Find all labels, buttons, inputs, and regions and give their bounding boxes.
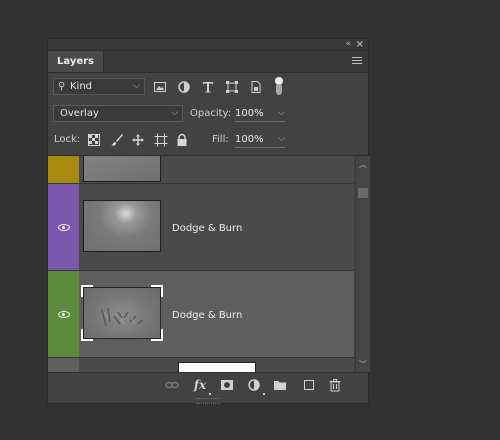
filter-toggle-switch[interactable] <box>275 77 283 95</box>
blend-row: Overlay ⌵ Opacity: 100% ⌵ <box>48 103 368 127</box>
chevron-down-icon: ⌵ <box>171 108 178 118</box>
layer-row[interactable]: Dodge & Burn <box>48 184 354 271</box>
type-filter-icon[interactable] <box>201 80 215 94</box>
chevron-down-icon[interactable]: ⌵ <box>278 132 285 147</box>
layer-thumbnail <box>81 285 163 341</box>
lock-all-icon[interactable] <box>175 133 189 147</box>
layer-visibility-toggle[interactable] <box>48 184 79 270</box>
delete-layer-icon[interactable] <box>328 378 342 392</box>
layer-name[interactable]: Dodge & Burn <box>172 310 242 321</box>
scroll-up-icon[interactable]: ︿ <box>356 159 370 170</box>
chevron-down-icon[interactable]: ⌵ <box>278 106 285 121</box>
new-group-icon[interactable] <box>273 378 287 392</box>
kind-filter-dropdown[interactable]: ⚲ Kind ⌵ <box>53 78 145 95</box>
lock-row: Lock: Fill: 100% ⌵ <box>48 131 368 151</box>
panel-menu-icon[interactable] <box>352 57 362 66</box>
close-icon[interactable]: × <box>356 39 364 50</box>
panel-resize-grip[interactable] <box>196 398 220 404</box>
blend-mode-value: Overlay <box>60 108 99 119</box>
fill-field[interactable]: 100% ⌵ <box>235 132 285 148</box>
search-icon: ⚲ <box>58 81 66 92</box>
layer-thumbnail <box>83 200 161 252</box>
opacity-field[interactable]: 100% ⌵ <box>235 106 285 122</box>
shape-filter-icon[interactable] <box>225 80 239 94</box>
collapse-icon[interactable]: « <box>345 39 350 50</box>
panel-tab-row: Layers <box>48 51 368 73</box>
scroll-thumb[interactable] <box>358 188 368 198</box>
fill-label: Fill: <box>212 134 229 145</box>
opacity-label: Opacity: <box>190 108 232 119</box>
layer-thumbnail <box>178 362 256 372</box>
layer-visibility-toggle[interactable] <box>48 271 79 357</box>
layer-visibility-toggle[interactable] <box>48 358 79 372</box>
lock-label: Lock: <box>54 134 81 145</box>
adjustment-filter-icon[interactable] <box>177 80 191 94</box>
blend-mode-dropdown[interactable]: Overlay ⌵ <box>53 105 183 122</box>
lock-artboard-icon[interactable] <box>154 133 168 147</box>
layers-bottom-toolbar: fx <box>48 372 368 397</box>
layer-row[interactable] <box>48 156 354 184</box>
opacity-value: 100% <box>235 108 264 119</box>
tab-layers[interactable]: Layers <box>48 51 104 72</box>
lock-image-pixels-icon[interactable] <box>110 133 124 147</box>
layer-row[interactable] <box>48 358 354 372</box>
layer-visibility-toggle[interactable] <box>48 156 79 183</box>
layers-panel: « × Layers ⚲ Kind ⌵ Overlay ⌵ Opacity: 1… <box>47 38 370 404</box>
eye-icon[interactable] <box>58 311 70 318</box>
image-filter-icon[interactable] <box>153 80 167 94</box>
layer-name[interactable]: Dodge & Burn <box>172 223 242 234</box>
layers-list: Dodge & Burn Dodge & Burn <box>48 155 354 372</box>
layer-row[interactable]: Dodge & Burn <box>48 271 354 358</box>
kind-filter-label: Kind <box>70 81 93 92</box>
new-layer-icon[interactable] <box>302 378 316 392</box>
lock-position-icon[interactable] <box>131 133 145 147</box>
scroll-down-icon[interactable]: ﹀ <box>356 359 370 370</box>
filter-row: ⚲ Kind ⌵ <box>48 77 368 101</box>
layer-mask-icon[interactable] <box>220 378 234 392</box>
fill-value: 100% <box>235 134 264 145</box>
link-layers-icon[interactable] <box>165 378 179 392</box>
layer-thumbnail <box>83 156 161 182</box>
layers-scrollbar[interactable]: ︿ ﹀ <box>355 155 370 372</box>
chevron-down-icon: ⌵ <box>133 81 140 91</box>
panel-title-strip[interactable]: « × <box>48 39 368 51</box>
lock-transparent-pixels-icon[interactable] <box>87 133 101 147</box>
fx-icon[interactable]: fx <box>193 378 211 395</box>
new-adjustment-icon[interactable] <box>247 378 265 395</box>
eye-icon[interactable] <box>58 224 70 231</box>
smart-object-filter-icon[interactable] <box>249 80 263 94</box>
